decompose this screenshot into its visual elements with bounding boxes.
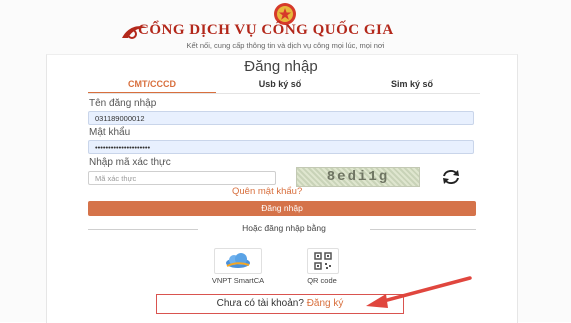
refresh-captcha-icon[interactable]	[440, 168, 462, 186]
password-label: Mật khẩu	[89, 127, 131, 138]
login-button[interactable]: Đăng nhập	[88, 201, 476, 216]
register-link[interactable]: Đăng ký	[307, 298, 344, 309]
vnpt-smartca-label: VNPT SmartCA	[211, 276, 265, 285]
vnpt-smartca-option[interactable]: VNPT SmartCA	[196, 248, 280, 288]
login-tabs: CMT/CCCD Usb ký số Sim ký số	[88, 76, 480, 94]
portal-title: CỔNG DỊCH VỤ CÔNG QUỐC GIA	[138, 22, 394, 38]
password-input[interactable]: •••••••••••••••••••••	[88, 140, 474, 154]
annotation-arrow-icon	[366, 276, 472, 308]
username-input[interactable]: 031189000012	[88, 111, 474, 125]
portal-subtitle: Kết nối, cung cấp thông tin và dịch vụ c…	[186, 41, 385, 50]
cloud-icon	[226, 253, 250, 268]
username-label: Tên đăng nhập	[89, 98, 157, 109]
tab-usb-ky-so[interactable]: Usb ký số	[216, 76, 344, 92]
qr-code-label: QR code	[307, 276, 337, 285]
captcha-image: 8edi1g	[296, 167, 420, 187]
divider-right	[370, 229, 476, 230]
tabs-divider	[88, 93, 480, 94]
tab-sim-ky-so[interactable]: Sim ký số	[344, 76, 480, 92]
qr-code-icon-box	[307, 248, 339, 274]
qr-code-icon	[314, 252, 332, 270]
tab-cmt-cccd[interactable]: CMT/CCCD	[88, 76, 216, 94]
register-prompt-text: Chưa có tài khoản?	[216, 298, 304, 309]
captcha-label: Nhập mã xác thực	[89, 157, 171, 168]
alt-login-divider-text: Hoặc đăng nhập bằng	[242, 223, 326, 233]
vnpt-smartca-icon-box	[214, 248, 262, 274]
forgot-password-link[interactable]: Quên mật khẩu?	[232, 186, 302, 197]
divider-left	[88, 229, 198, 230]
qr-code-option[interactable]: QR code	[300, 248, 344, 288]
login-heading: Đăng nhập	[244, 58, 318, 75]
captcha-input[interactable]: Mã xác thực	[88, 171, 276, 185]
